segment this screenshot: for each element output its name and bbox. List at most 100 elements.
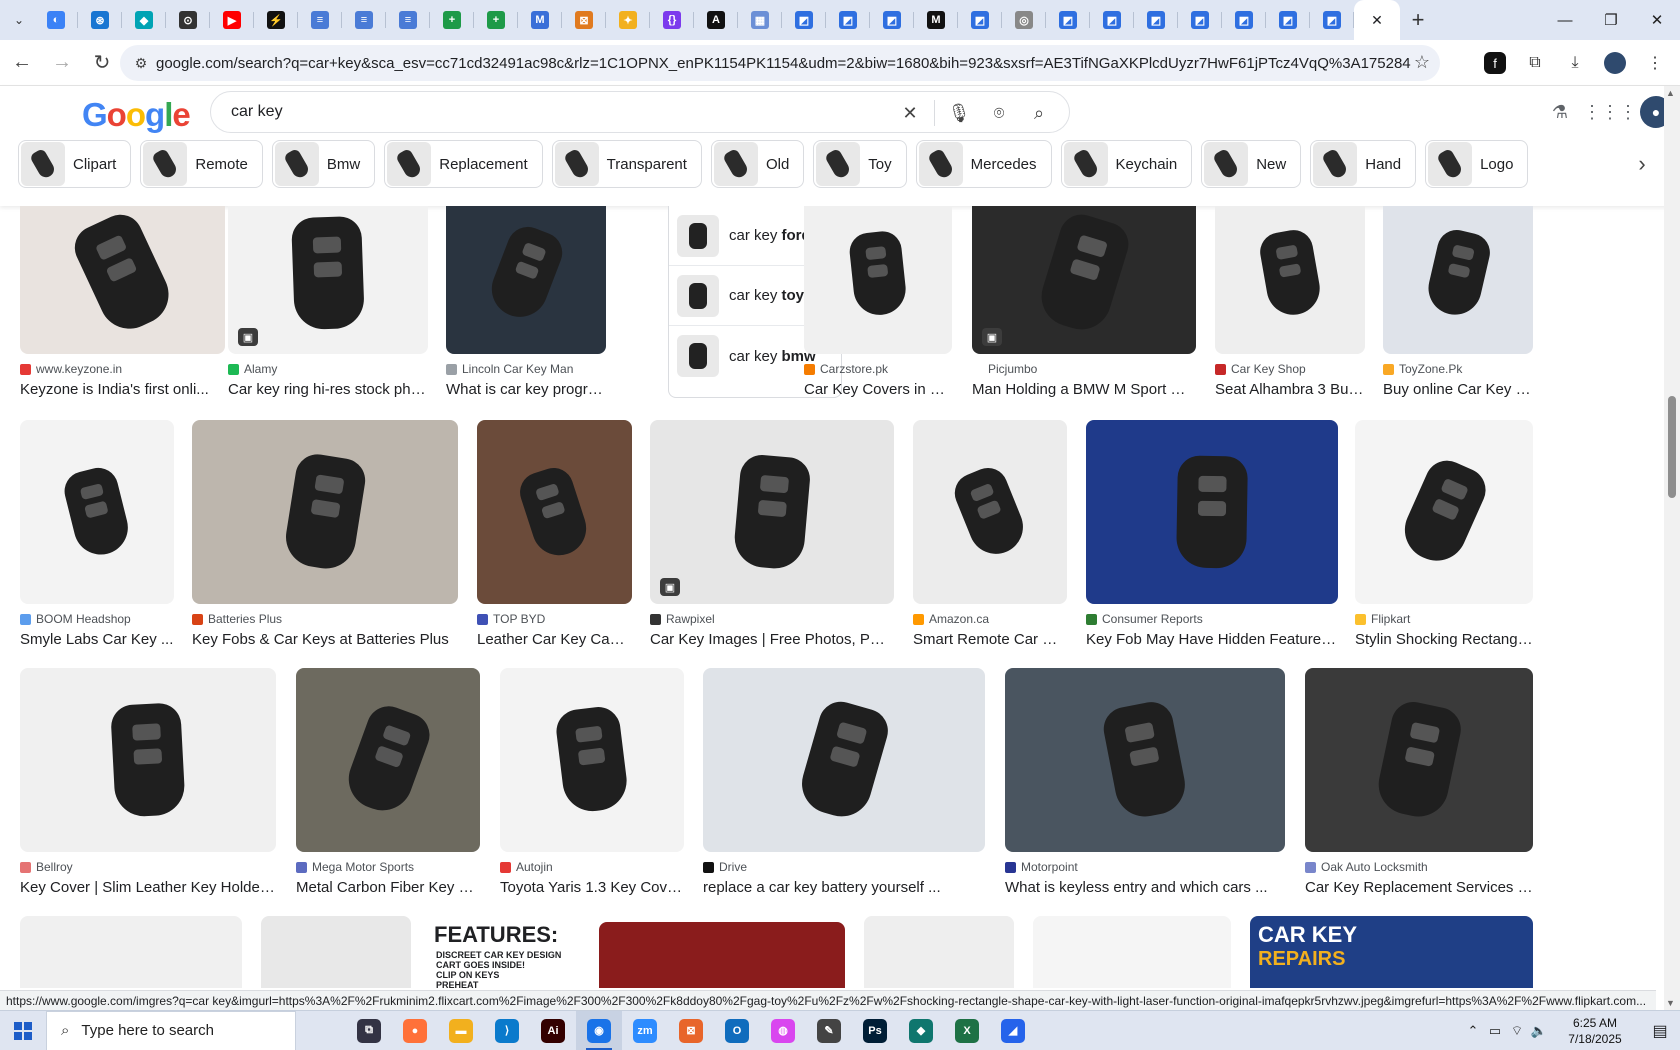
- image-result[interactable]: Car Key Shop Seat Alhambra 3 Butt...: [1215, 206, 1365, 398]
- voice-search-icon[interactable]: 🎙: [939, 93, 979, 133]
- image-result[interactable]: Flipkart Stylin Shocking Rectangle...: [1355, 420, 1533, 648]
- chip-clipart[interactable]: Clipart: [18, 140, 132, 188]
- image-result-partial[interactable]: [20, 916, 242, 988]
- network-icon[interactable]: ▭: [1484, 1023, 1506, 1039]
- image-result[interactable]: Mega Motor Sports Metal Carbon Fiber Key …: [296, 668, 480, 896]
- restore-button[interactable]: ❐: [1588, 0, 1634, 40]
- browser-tab-10[interactable]: +: [430, 0, 474, 40]
- result-source[interactable]: Drive: [703, 860, 985, 874]
- result-image[interactable]: [1355, 420, 1533, 604]
- active-tab[interactable]: ✕: [1354, 0, 1400, 40]
- image-result[interactable]: Bellroy Key Cover | Slim Leather Key Hold…: [20, 668, 276, 896]
- forward-button[interactable]: →: [44, 45, 80, 81]
- result-image[interactable]: [1383, 206, 1533, 354]
- browser-tab-8[interactable]: ≡: [342, 0, 386, 40]
- site-info-icon[interactable]: ⚙: [126, 55, 156, 72]
- result-title[interactable]: Seat Alhambra 3 Butt...: [1215, 381, 1365, 398]
- result-title[interactable]: Car Key Replacement Services | ...: [1305, 879, 1533, 896]
- notification-icon[interactable]: ▤: [1640, 1011, 1680, 1050]
- result-source[interactable]: Alamy: [228, 362, 428, 376]
- result-source[interactable]: Bellroy: [20, 860, 276, 874]
- apps-grid-icon[interactable]: ⋮⋮⋮: [1583, 92, 1637, 132]
- result-source[interactable]: Flipkart: [1355, 612, 1533, 626]
- scroll-down-arrow[interactable]: ▼: [1666, 998, 1675, 1008]
- browser-tab-19[interactable]: ◩: [826, 0, 870, 40]
- result-title[interactable]: Car Key Images | Free Photos, PNG ...: [650, 631, 894, 648]
- browser-menu-icon[interactable]: ⋮: [1638, 46, 1672, 80]
- chip-hand[interactable]: Hand: [1310, 140, 1417, 188]
- browser-tab-18[interactable]: ◩: [782, 0, 826, 40]
- result-title[interactable]: Key Cover | Slim Leather Key Holder ...: [20, 879, 276, 896]
- bookmark-star-icon[interactable]: ☆: [1414, 52, 1430, 73]
- image-result[interactable]: www.keyzone.in Keyzone is India's first o…: [20, 206, 225, 398]
- result-image[interactable]: [500, 668, 684, 852]
- chip-old[interactable]: Old: [710, 140, 805, 188]
- result-source[interactable]: BOOM Headshop: [20, 612, 174, 626]
- image-result[interactable]: ToyZone.Pk Buy online Car Key E...: [1383, 206, 1533, 398]
- result-source[interactable]: Picjumbo: [972, 362, 1196, 376]
- clock[interactable]: 6:25 AM 7/18/2025: [1550, 1015, 1640, 1047]
- result-image[interactable]: [192, 420, 458, 604]
- extensions-puzzle-icon[interactable]: ⧉: [1518, 46, 1552, 80]
- taskbar-illustrator[interactable]: Ai: [530, 1011, 576, 1050]
- image-result[interactable]: Motorpoint What is keyless entry and whic…: [1005, 668, 1285, 896]
- result-image[interactable]: [477, 420, 632, 604]
- close-tab-icon[interactable]: ✕: [1371, 12, 1383, 29]
- result-image[interactable]: ▣: [650, 420, 894, 604]
- chip-new[interactable]: New: [1201, 140, 1302, 188]
- result-source[interactable]: Consumer Reports: [1086, 612, 1338, 626]
- result-source[interactable]: Carzstore.pk: [804, 362, 952, 376]
- result-title[interactable]: Leather Car Key Case...: [477, 631, 632, 648]
- result-image[interactable]: [20, 668, 276, 852]
- image-result-partial[interactable]: [261, 916, 411, 988]
- browser-tab-28[interactable]: ◩: [1222, 0, 1266, 40]
- browser-tab-20[interactable]: ◩: [870, 0, 914, 40]
- result-source[interactable]: Lincoln Car Key Man: [446, 362, 606, 376]
- image-result[interactable]: ▣ Alamy Car key ring hi-res stock phot...: [228, 206, 428, 398]
- chip-remote[interactable]: Remote: [140, 140, 263, 188]
- result-image[interactable]: [446, 206, 606, 354]
- result-image[interactable]: [804, 206, 952, 354]
- result-title[interactable]: Stylin Shocking Rectangle...: [1355, 631, 1533, 648]
- image-result-partial[interactable]: FEATURES: DISCREET CAR KEY DESIGN CART GOE…: [430, 916, 580, 988]
- labs-flask-icon[interactable]: ⚗: [1540, 92, 1580, 132]
- browser-tab-3[interactable]: ◆: [122, 0, 166, 40]
- address-bar[interactable]: ⚙ google.com/search?q=car+key&sca_esv=cc…: [120, 45, 1440, 81]
- image-result-partial[interactable]: [864, 916, 1014, 988]
- image-result[interactable]: Consumer Reports Key Fob May Have Hidden …: [1086, 420, 1338, 648]
- result-title[interactable]: What is car key progra...: [446, 381, 606, 398]
- tab-search-button[interactable]: ⌄: [4, 5, 34, 35]
- profile-avatar[interactable]: [1598, 46, 1632, 80]
- result-title[interactable]: Buy online Car Key E...: [1383, 381, 1533, 398]
- chips-next-button[interactable]: ›: [1624, 146, 1660, 182]
- chip-mercedes[interactable]: Mercedes: [915, 140, 1052, 188]
- result-source[interactable]: Autojin: [500, 860, 684, 874]
- back-button[interactable]: ←: [4, 45, 40, 81]
- result-image[interactable]: [20, 420, 174, 604]
- download-icon[interactable]: ⤓: [1558, 46, 1592, 80]
- minimize-button[interactable]: —: [1542, 0, 1588, 40]
- browser-tab-30[interactable]: ◩: [1310, 0, 1354, 40]
- image-result[interactable]: Autojin Toyota Yaris 1.3 Key Cover...: [500, 668, 684, 896]
- taskbar-zoom[interactable]: zm: [622, 1011, 668, 1050]
- result-image[interactable]: [1005, 668, 1285, 852]
- result-source[interactable]: Rawpixel: [650, 612, 894, 626]
- browser-tab-9[interactable]: ≡: [386, 0, 430, 40]
- tray-chevron-icon[interactable]: ⌃: [1462, 1023, 1484, 1039]
- page-scrollbar[interactable]: ▲ ▼: [1664, 86, 1680, 1010]
- extension-f-icon[interactable]: f: [1484, 52, 1506, 74]
- browser-tab-14[interactable]: ✦: [606, 0, 650, 40]
- result-image[interactable]: [1086, 420, 1338, 604]
- browser-tab-17[interactable]: ▦: [738, 0, 782, 40]
- browser-tab-29[interactable]: ◩: [1266, 0, 1310, 40]
- result-image[interactable]: [703, 668, 985, 852]
- browser-tab-24[interactable]: ◩: [1046, 0, 1090, 40]
- scroll-up-arrow[interactable]: ▲: [1666, 88, 1675, 98]
- reload-button[interactable]: ↻: [84, 45, 120, 81]
- chip-bmw[interactable]: Bmw: [271, 140, 376, 188]
- search-submit-icon[interactable]: ⌕: [1019, 93, 1059, 133]
- image-result-partial[interactable]: [1033, 916, 1231, 988]
- browser-tab-13[interactable]: ⊠: [562, 0, 606, 40]
- image-result[interactable]: ▣ Rawpixel Car Key Images | Free Photos, P…: [650, 420, 894, 648]
- result-source[interactable]: TOP BYD: [477, 612, 632, 626]
